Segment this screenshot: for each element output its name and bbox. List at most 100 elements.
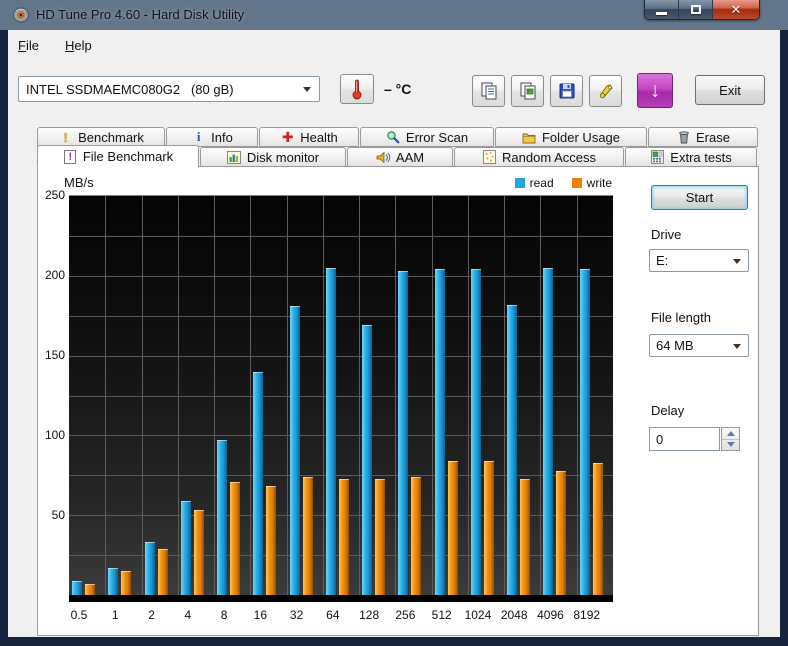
y-tick-250: 250: [44, 188, 65, 202]
legend-write: write: [571, 176, 612, 190]
y-tick-200: 200: [44, 268, 65, 282]
close-button[interactable]: ✕: [713, 0, 759, 19]
start-button-label: Start: [685, 190, 714, 205]
delay-stepper: [721, 427, 740, 451]
y-axis-unit-label: MB/s: [64, 175, 94, 190]
x-axis-line: [69, 595, 613, 602]
window-title: HD Tune Pro 4.60 - Hard Disk Utility: [36, 7, 245, 22]
read-bar-4096: [543, 267, 554, 595]
tab-benchmark[interactable]: ! Benchmark: [37, 127, 165, 147]
write-bar-0.5: [85, 583, 95, 595]
tab-disk-monitor[interactable]: Disk monitor: [200, 147, 346, 167]
x-tick-512: 512: [431, 608, 452, 622]
device-select[interactable]: INTEL SSDMAEMC080G2 (80 gB): [18, 76, 320, 102]
temperature-button[interactable]: [340, 74, 374, 104]
tab-random-access[interactable]: Random Access: [454, 147, 624, 167]
file-length-select-value: 64 MB: [656, 338, 694, 353]
exit-button[interactable]: Exit: [695, 75, 765, 105]
read-bar-2: [144, 542, 155, 595]
tab-label: AAM: [395, 149, 425, 165]
close-icon: ✕: [730, 1, 742, 17]
bar-group-128: [359, 196, 395, 595]
chevron-down-icon: [733, 344, 741, 349]
write-bar-16: [266, 486, 277, 595]
read-bar-1: [108, 567, 119, 595]
speaker-icon: [376, 150, 391, 164]
start-button[interactable]: Start: [651, 185, 748, 210]
calculator-icon: [650, 150, 665, 164]
folder-icon: [522, 130, 537, 144]
write-bar-2048: [520, 478, 531, 595]
save-button[interactable]: [550, 75, 583, 107]
tab-aam[interactable]: AAM: [347, 147, 453, 167]
copy-image-icon: [520, 82, 535, 100]
tab-extra-tests[interactable]: Extra tests: [625, 147, 757, 167]
menu-item-file[interactable]: File: [18, 38, 39, 53]
tab-info[interactable]: i Info: [166, 127, 258, 147]
file-length-select[interactable]: 64 MB: [649, 334, 749, 357]
app-window: HD Tune Pro 4.60 - Hard Disk Utility ✕ F…: [0, 0, 788, 646]
read-bar-256: [398, 271, 409, 595]
bar-group-8: [214, 196, 250, 595]
write-bar-32: [302, 476, 313, 595]
tab-label: Info: [211, 129, 233, 145]
tab-health[interactable]: ✚ Health: [259, 127, 359, 147]
write-bar-2: [157, 548, 168, 595]
x-tick-1024: 1024: [464, 608, 492, 622]
read-bar-8: [217, 440, 228, 595]
menu-item-help[interactable]: Help: [65, 38, 92, 53]
spin-down-button[interactable]: [722, 440, 739, 451]
bar-group-1: [105, 196, 141, 595]
bar-group-8192: [577, 196, 613, 595]
bar-group-64: [323, 196, 359, 595]
bar-group-4096: [540, 196, 576, 595]
tab-control: ! Benchmark i Info ✚ Health Error Scan Folder U…: [37, 127, 759, 168]
plot-area: [69, 196, 613, 602]
bar-group-0.5: [69, 196, 105, 595]
copy-image-button[interactable]: [511, 75, 544, 107]
x-tick-4096: 4096: [537, 608, 564, 622]
read-swatch-icon: [514, 178, 525, 188]
legend-read: read: [514, 176, 554, 190]
tab-error-scan[interactable]: Error Scan: [360, 127, 494, 147]
file-length-label: File length: [651, 310, 711, 325]
write-bar-4096: [556, 470, 567, 595]
save-screenshot-button[interactable]: ↓: [637, 73, 673, 108]
spin-up-button[interactable]: [722, 428, 739, 440]
chart-legend: read write: [514, 176, 612, 190]
bar-group-4: [178, 196, 214, 595]
maximize-button[interactable]: [679, 0, 713, 19]
copy-text-button[interactable]: [472, 75, 505, 107]
tab-label: File Benchmark: [82, 149, 174, 164]
exclamation-icon: !: [63, 129, 68, 145]
delay-input[interactable]: 0: [649, 427, 720, 451]
read-bar-1024: [470, 269, 481, 595]
tab-label: Folder Usage: [541, 129, 621, 145]
client-area: File Help INTEL SSDMAEMC080G2 (80 gB) – °…: [8, 30, 780, 637]
x-tick-256: 256: [395, 608, 416, 622]
minimize-button[interactable]: [645, 0, 679, 19]
read-bar-512: [434, 269, 445, 595]
thermometer-icon: [352, 79, 362, 100]
trash-icon: [676, 130, 691, 144]
capture-button[interactable]: [589, 75, 622, 107]
read-bar-2048: [507, 304, 518, 595]
bar-group-512: [432, 196, 468, 595]
tab-label: Health: [300, 129, 338, 145]
drive-select[interactable]: E:: [649, 249, 749, 272]
info-icon: i: [196, 129, 201, 144]
drive-select-value: E:: [656, 253, 669, 268]
temperature-value: – °C: [384, 81, 412, 97]
file-benchmark-page: MB/s read write 50 100 150 200 250 0.5 1 2 4 8 16…: [37, 166, 759, 636]
tab-folder-usage[interactable]: Folder Usage: [495, 127, 647, 147]
title-bar[interactable]: HD Tune Pro 4.60 - Hard Disk Utility ✕: [0, 0, 788, 30]
tab-erase[interactable]: Erase: [648, 127, 758, 147]
write-bar-4: [193, 510, 204, 595]
x-tick-0.5: 0.5: [70, 608, 88, 622]
bar-group-32: [287, 196, 323, 595]
x-tick-1: 1: [111, 608, 119, 622]
tab-file-benchmark[interactable]: ! File Benchmark: [37, 145, 199, 168]
tab-label: Disk monitor: [246, 149, 320, 165]
x-tick-16: 16: [253, 608, 268, 622]
minimize-icon: [656, 11, 667, 15]
